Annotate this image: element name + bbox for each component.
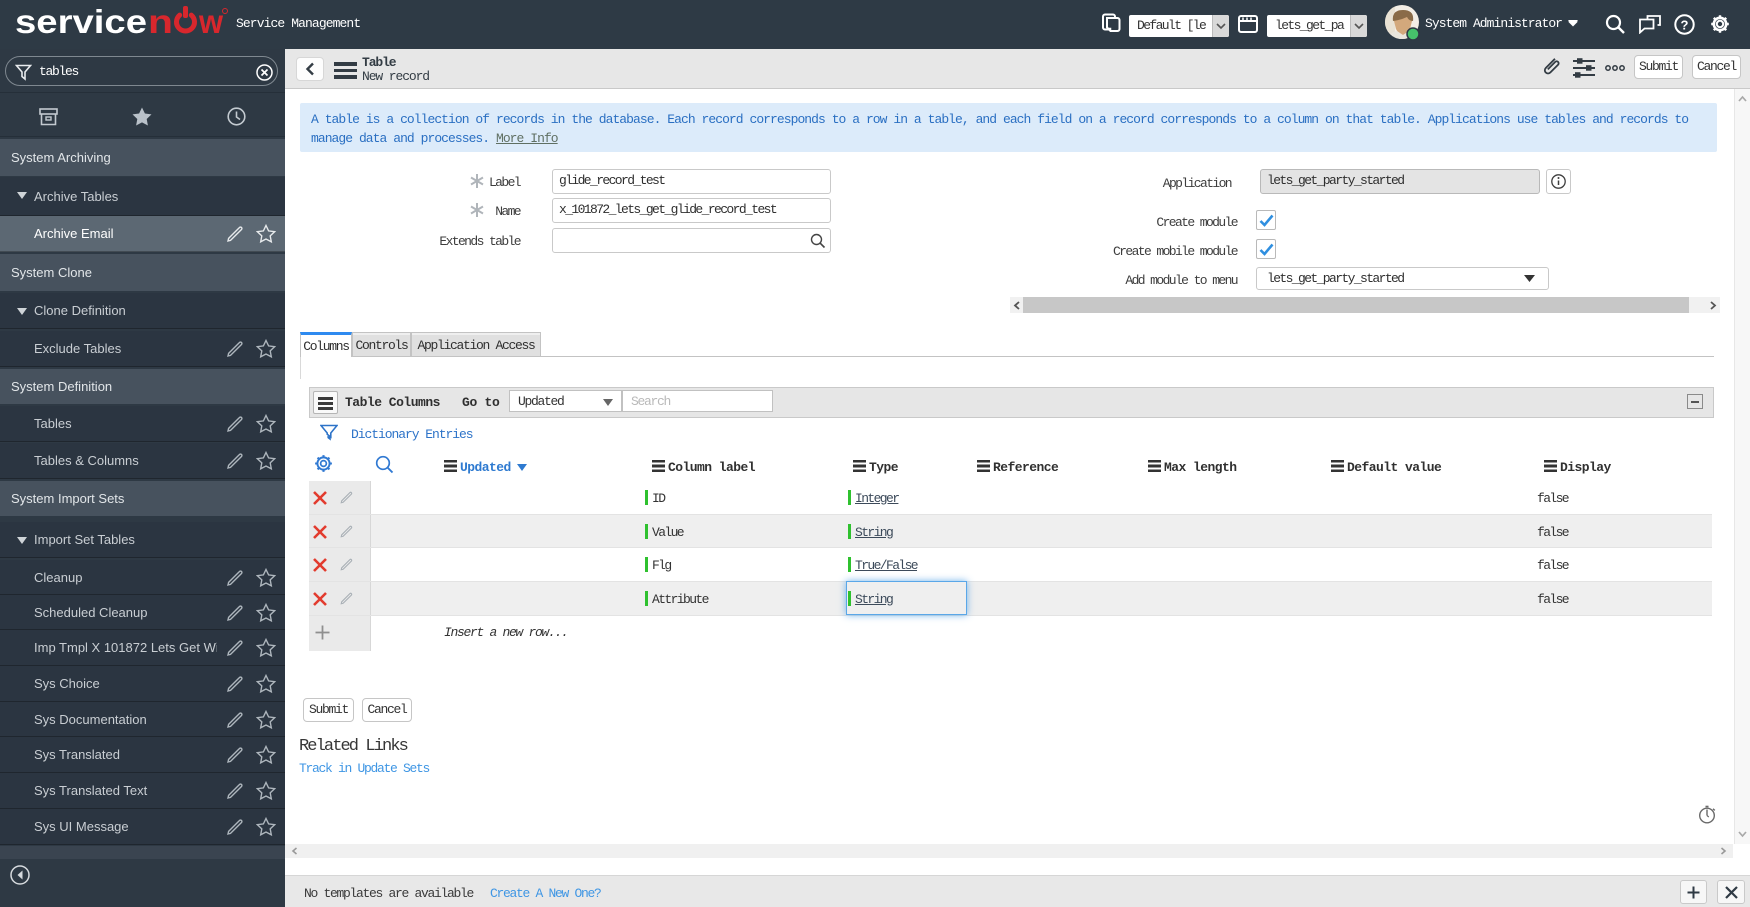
svg-text:w: w [198, 6, 223, 40]
svg-text:n: n [148, 6, 173, 40]
svg-text:service: service [15, 6, 147, 40]
svg-text:?: ? [1681, 18, 1689, 33]
